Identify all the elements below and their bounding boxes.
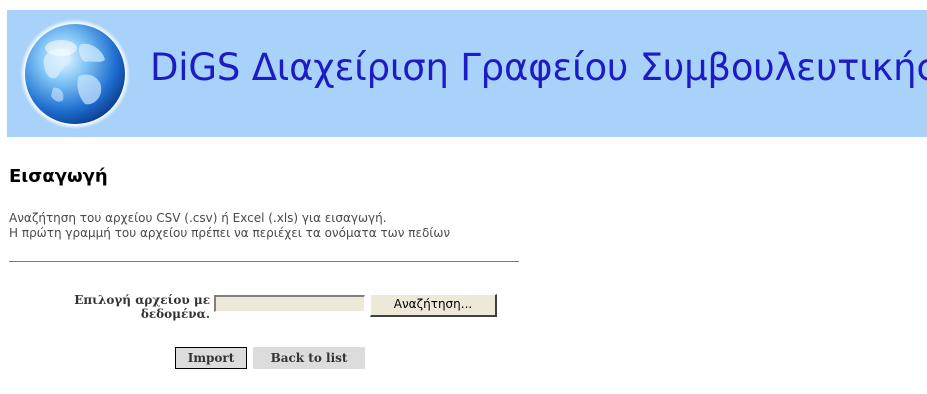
- divider: [9, 261, 519, 262]
- description-line-2: Η πρώτη γραμμή του αρχείου πρέπει να περ…: [9, 226, 451, 240]
- page-title: Εισαγωγή: [9, 166, 108, 187]
- back-to-list-button[interactable]: Back to list: [253, 347, 365, 369]
- file-path-field[interactable]: [214, 295, 365, 312]
- file-select-label-line-2: δεδομένα.: [140, 307, 210, 321]
- description-line-1: Αναζήτηση του αρχείου CSV (.csv) ή Excel…: [9, 211, 387, 225]
- file-select-label: Επιλογή αρχείου με δεδομένα.: [40, 293, 210, 321]
- globe-icon: [20, 19, 130, 129]
- header-banner: DiGS Διαχείριση Γραφείου Συμβουλευτικής: [7, 10, 927, 137]
- file-select-label-line-1: Επιλογή αρχείου με: [74, 293, 210, 307]
- browse-button[interactable]: Αναζήτηση...: [370, 294, 497, 317]
- import-button[interactable]: Import: [175, 347, 247, 369]
- app-title: DiGS Διαχείριση Γραφείου Συμβουλευτικής: [150, 46, 927, 89]
- import-description: Αναζήτηση του αρχείου CSV (.csv) ή Excel…: [9, 211, 450, 241]
